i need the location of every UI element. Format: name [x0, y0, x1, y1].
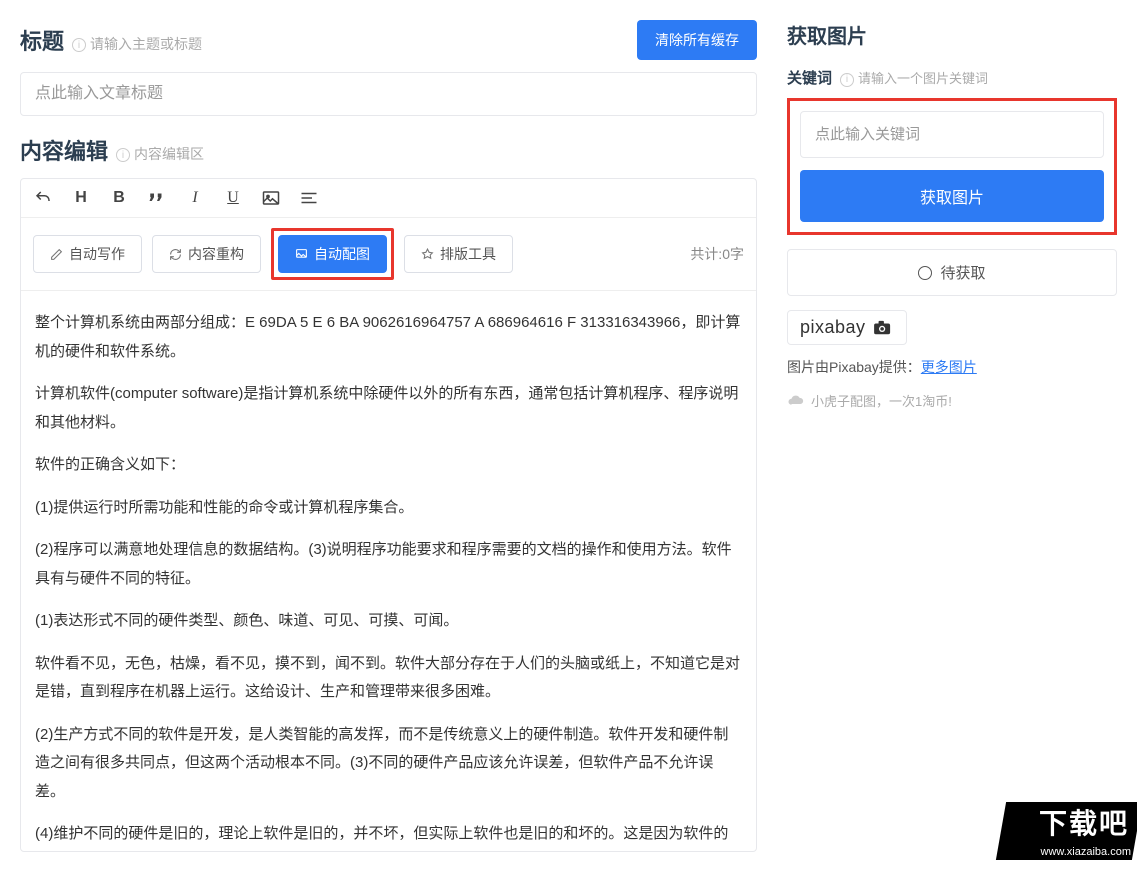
editor-toolbar: H B I U [21, 179, 756, 218]
auto-image-button[interactable]: 自动配图 [278, 235, 387, 273]
keyword-input[interactable] [800, 111, 1104, 158]
bold-icon[interactable]: B [109, 189, 129, 207]
more-images-link[interactable]: 更多图片 [921, 359, 977, 375]
paragraph: 软件看不见，无色，枯燥，看不见，摸不到，闻不到。软件大部分存在于人们的头脑或纸上… [35, 650, 742, 707]
image-icon[interactable] [261, 190, 281, 206]
undo-icon[interactable] [33, 189, 53, 207]
content-hint: 内容编辑区 [134, 146, 204, 162]
keyword-label: 关键词 [787, 67, 832, 88]
image-panel-heading: 获取图片 [787, 20, 1117, 49]
paragraph: 计算机软件(computer software)是指计算机系统中除硬件以外的所有… [35, 380, 742, 437]
italic-icon[interactable]: I [185, 189, 205, 207]
word-count: 共计:0字 [690, 244, 744, 264]
editor-box: H B I U 自动写作 [20, 178, 757, 852]
paragraph: (1)提供运行时所需功能和性能的命令或计算机程序集合。 [35, 494, 742, 523]
pending-button[interactable]: 待获取 [787, 249, 1117, 296]
heading-icon[interactable]: H [71, 189, 91, 207]
paragraph: (2)程序可以满意地处理信息的数据结构。(3)说明程序功能要求和程序需要的文档的… [35, 536, 742, 593]
keyword-highlight-box: 获取图片 [787, 98, 1117, 235]
title-heading: 标题 [20, 24, 64, 56]
paragraph: (2)生产方式不同的软件是开发，是人类智能的高发挥，而不是传统意义上的硬件制造。… [35, 721, 742, 807]
keyword-label-row: 关键词 i 请输入一个图片关键词 [787, 67, 1117, 88]
align-icon[interactable] [299, 191, 319, 205]
paragraph: (4)维护不同的硬件是旧的，理论上软件是旧的，并不坏，但实际上软件也是旧的和坏的… [35, 820, 742, 851]
clear-cache-button[interactable]: 清除所有缓存 [637, 20, 757, 60]
action-row: 自动写作 内容重构 自动配图 排版工具 共计:0字 [21, 218, 756, 291]
auto-image-highlight: 自动配图 [271, 228, 394, 280]
pixabay-text: pixabay [800, 317, 866, 338]
quote-icon[interactable] [147, 191, 167, 205]
layout-tool-button[interactable]: 排版工具 [404, 235, 513, 273]
content-heading: 内容编辑 [20, 134, 108, 166]
fetch-image-button[interactable]: 获取图片 [800, 170, 1104, 222]
pixabay-badge: pixabay [787, 310, 907, 345]
keyword-hint: 请输入一个图片关键词 [858, 71, 988, 86]
auto-write-button[interactable]: 自动写作 [33, 235, 142, 273]
underline-icon[interactable]: U [223, 189, 243, 207]
paragraph: 软件的正确含义如下： [35, 451, 742, 480]
info-icon: i [840, 73, 854, 87]
paragraph: 整个计算机系统由两部分组成：E 69DA 5 E 6 BA 9062616964… [35, 309, 742, 366]
title-hint: 请输入主题或标题 [90, 36, 202, 52]
paragraph: (1)表达形式不同的硬件类型、颜色、味道、可见、可摸、可闻。 [35, 607, 742, 636]
info-icon: i [116, 148, 130, 162]
note-text: 小虎子配图，一次1淘币! [787, 391, 1117, 410]
cloud-icon [787, 394, 805, 408]
info-icon: i [72, 38, 86, 52]
camera-icon [872, 320, 894, 336]
title-section-header: 标题 i 请输入主题或标题 清除所有缓存 [20, 20, 757, 60]
circle-icon [918, 266, 932, 280]
restructure-button[interactable]: 内容重构 [152, 235, 261, 273]
article-title-input[interactable] [20, 72, 757, 116]
editor-content[interactable]: 整个计算机系统由两部分组成：E 69DA 5 E 6 BA 9062616964… [21, 291, 756, 851]
provider-text: 图片由Pixabay提供：更多图片 [787, 357, 1117, 377]
